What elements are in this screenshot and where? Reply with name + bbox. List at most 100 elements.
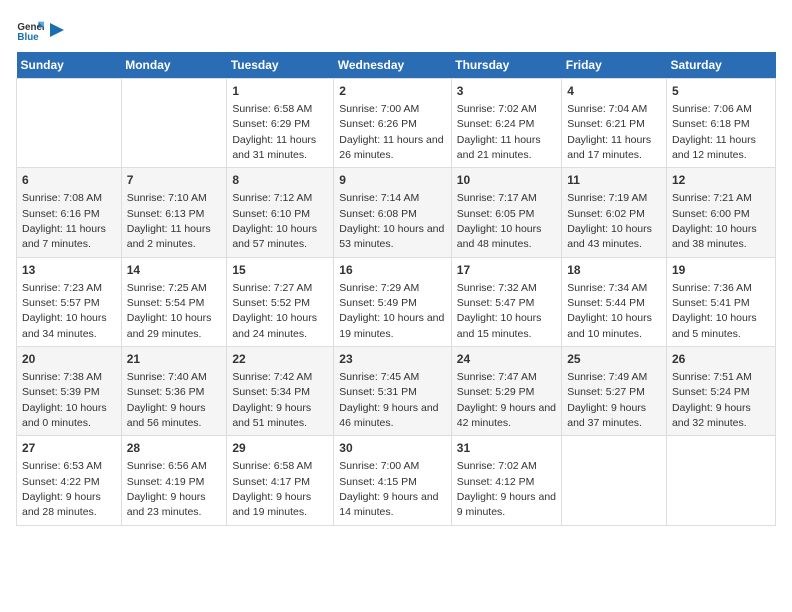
day-number: 22: [232, 351, 328, 368]
week-row-4: 20 Sunrise: 7:38 AM Sunset: 5:39 PM Dayli…: [17, 347, 776, 436]
calendar-cell: 14 Sunrise: 7:25 AM Sunset: 5:54 PM Dayli…: [121, 257, 227, 346]
calendar-cell: 10 Sunrise: 7:17 AM Sunset: 6:05 PM Dayli…: [451, 168, 561, 257]
day-info: Sunrise: 7:36 AM Sunset: 5:41 PM Dayligh…: [672, 282, 757, 340]
day-info: Sunrise: 7:32 AM Sunset: 5:47 PM Dayligh…: [457, 282, 542, 340]
calendar-cell: 23 Sunrise: 7:45 AM Sunset: 5:31 PM Dayli…: [334, 347, 452, 436]
day-info: Sunrise: 7:27 AM Sunset: 5:52 PM Dayligh…: [232, 282, 317, 340]
day-info: Sunrise: 7:00 AM Sunset: 4:15 PM Dayligh…: [339, 460, 438, 518]
logo-icon: General Blue: [16, 16, 44, 44]
day-info: Sunrise: 7:19 AM Sunset: 6:02 PM Dayligh…: [567, 192, 652, 250]
day-number: 5: [672, 83, 770, 100]
calendar-cell: 25 Sunrise: 7:49 AM Sunset: 5:27 PM Dayli…: [562, 347, 667, 436]
svg-text:Blue: Blue: [17, 32, 39, 43]
day-info: Sunrise: 7:02 AM Sunset: 4:12 PM Dayligh…: [457, 460, 556, 518]
calendar-cell: 13Sunrise: 7:23 AM Sunset: 5:57 PM Dayli…: [17, 257, 122, 346]
day-number: 14: [127, 262, 222, 279]
day-info: Sunrise: 7:51 AM Sunset: 5:24 PM Dayligh…: [672, 371, 752, 429]
day-number: 18: [567, 262, 661, 279]
calendar-cell: [562, 436, 667, 525]
day-info: Sunrise: 7:17 AM Sunset: 6:05 PM Dayligh…: [457, 192, 542, 250]
day-number: 15: [232, 262, 328, 279]
calendar-cell: 18 Sunrise: 7:34 AM Sunset: 5:44 PM Dayli…: [562, 257, 667, 346]
calendar-cell: 12Sunrise: 7:21 AM Sunset: 6:00 PM Dayli…: [666, 168, 775, 257]
day-number: 27: [22, 440, 116, 457]
day-number: 28: [127, 440, 222, 457]
day-info: Sunrise: 7:10 AM Sunset: 6:13 PM Dayligh…: [127, 192, 211, 250]
header-monday: Monday: [121, 52, 227, 79]
day-number: 23: [339, 351, 446, 368]
day-info: Sunrise: 7:04 AM Sunset: 6:21 PM Dayligh…: [567, 103, 651, 161]
day-number: 1: [232, 83, 328, 100]
day-number: 19: [672, 262, 770, 279]
calendar-cell: 19 Sunrise: 7:36 AM Sunset: 5:41 PM Dayli…: [666, 257, 775, 346]
day-info: Sunrise: 7:14 AM Sunset: 6:08 PM Dayligh…: [339, 192, 444, 250]
calendar-header-row: SundayMondayTuesdayWednesdayThursdayFrid…: [17, 52, 776, 79]
calendar-cell: 15 Sunrise: 7:27 AM Sunset: 5:52 PM Dayli…: [227, 257, 334, 346]
day-number: 16: [339, 262, 446, 279]
calendar-cell: 20 Sunrise: 7:38 AM Sunset: 5:39 PM Dayli…: [17, 347, 122, 436]
day-info: Sunrise: 7:06 AM Sunset: 6:18 PM Dayligh…: [672, 103, 756, 161]
day-info: Sunrise: 7:21 AM Sunset: 6:00 PM Dayligh…: [672, 192, 757, 250]
day-number: 29: [232, 440, 328, 457]
day-info: Sunrise: 7:00 AM Sunset: 6:26 PM Dayligh…: [339, 103, 443, 161]
day-number: 21: [127, 351, 222, 368]
week-row-5: 27Sunrise: 6:53 AM Sunset: 4:22 PM Dayli…: [17, 436, 776, 525]
day-number: 25: [567, 351, 661, 368]
day-number: 8: [232, 172, 328, 189]
day-info: Sunrise: 7:25 AM Sunset: 5:54 PM Dayligh…: [127, 282, 212, 340]
calendar-cell: 11 Sunrise: 7:19 AM Sunset: 6:02 PM Dayli…: [562, 168, 667, 257]
header-saturday: Saturday: [666, 52, 775, 79]
day-number: 11: [567, 172, 661, 189]
day-number: 4: [567, 83, 661, 100]
calendar-cell: 2 Sunrise: 7:00 AM Sunset: 6:26 PM Daylig…: [334, 79, 452, 168]
calendar-cell: 5 Sunrise: 7:06 AM Sunset: 6:18 PM Daylig…: [666, 79, 775, 168]
day-number: 6: [22, 172, 116, 189]
calendar-cell: 30 Sunrise: 7:00 AM Sunset: 4:15 PM Dayli…: [334, 436, 452, 525]
page-header: General Blue: [16, 16, 776, 44]
day-number: 24: [457, 351, 556, 368]
day-number: 3: [457, 83, 556, 100]
calendar-table: SundayMondayTuesdayWednesdayThursdayFrid…: [16, 52, 776, 526]
week-row-2: 6 Sunrise: 7:08 AM Sunset: 6:16 PM Daylig…: [17, 168, 776, 257]
calendar-cell: 6 Sunrise: 7:08 AM Sunset: 6:16 PM Daylig…: [17, 168, 122, 257]
logo: General Blue: [16, 16, 66, 44]
week-row-1: 1 Sunrise: 6:58 AM Sunset: 6:29 PM Daylig…: [17, 79, 776, 168]
calendar-cell: 4 Sunrise: 7:04 AM Sunset: 6:21 PM Daylig…: [562, 79, 667, 168]
day-info: Sunrise: 7:49 AM Sunset: 5:27 PM Dayligh…: [567, 371, 647, 429]
day-info: Sunrise: 6:58 AM Sunset: 4:17 PM Dayligh…: [232, 460, 312, 518]
day-number: 2: [339, 83, 446, 100]
calendar-cell: 21Sunrise: 7:40 AM Sunset: 5:36 PM Dayli…: [121, 347, 227, 436]
day-info: Sunrise: 7:29 AM Sunset: 5:49 PM Dayligh…: [339, 282, 444, 340]
header-thursday: Thursday: [451, 52, 561, 79]
calendar-cell: 24 Sunrise: 7:47 AM Sunset: 5:29 PM Dayli…: [451, 347, 561, 436]
day-number: 9: [339, 172, 446, 189]
day-number: 26: [672, 351, 770, 368]
calendar-cell: 31 Sunrise: 7:02 AM Sunset: 4:12 PM Dayli…: [451, 436, 561, 525]
day-info: Sunrise: 6:58 AM Sunset: 6:29 PM Dayligh…: [232, 103, 316, 161]
day-number: 20: [22, 351, 116, 368]
day-info: Sunrise: 7:45 AM Sunset: 5:31 PM Dayligh…: [339, 371, 438, 429]
day-number: 7: [127, 172, 222, 189]
calendar-cell: [666, 436, 775, 525]
calendar-cell: 9 Sunrise: 7:14 AM Sunset: 6:08 PM Daylig…: [334, 168, 452, 257]
header-sunday: Sunday: [17, 52, 122, 79]
day-info: Sunrise: 7:38 AM Sunset: 5:39 PM Dayligh…: [22, 371, 107, 429]
day-number: 13: [22, 262, 116, 279]
day-info: Sunrise: 7:34 AM Sunset: 5:44 PM Dayligh…: [567, 282, 652, 340]
calendar-cell: 3 Sunrise: 7:02 AM Sunset: 6:24 PM Daylig…: [451, 79, 561, 168]
header-wednesday: Wednesday: [334, 52, 452, 79]
day-info: Sunrise: 7:47 AM Sunset: 5:29 PM Dayligh…: [457, 371, 556, 429]
day-info: Sunrise: 7:12 AM Sunset: 6:10 PM Dayligh…: [232, 192, 317, 250]
calendar-cell: [17, 79, 122, 168]
calendar-cell: 28Sunrise: 6:56 AM Sunset: 4:19 PM Dayli…: [121, 436, 227, 525]
day-info: Sunrise: 7:02 AM Sunset: 6:24 PM Dayligh…: [457, 103, 541, 161]
calendar-cell: 26 Sunrise: 7:51 AM Sunset: 5:24 PM Dayli…: [666, 347, 775, 436]
day-number: 10: [457, 172, 556, 189]
calendar-cell: 27Sunrise: 6:53 AM Sunset: 4:22 PM Dayli…: [17, 436, 122, 525]
day-number: 30: [339, 440, 446, 457]
day-info: Sunrise: 7:08 AM Sunset: 6:16 PM Dayligh…: [22, 192, 106, 250]
day-number: 31: [457, 440, 556, 457]
calendar-cell: [121, 79, 227, 168]
calendar-cell: 7 Sunrise: 7:10 AM Sunset: 6:13 PM Daylig…: [121, 168, 227, 257]
week-row-3: 13Sunrise: 7:23 AM Sunset: 5:57 PM Dayli…: [17, 257, 776, 346]
